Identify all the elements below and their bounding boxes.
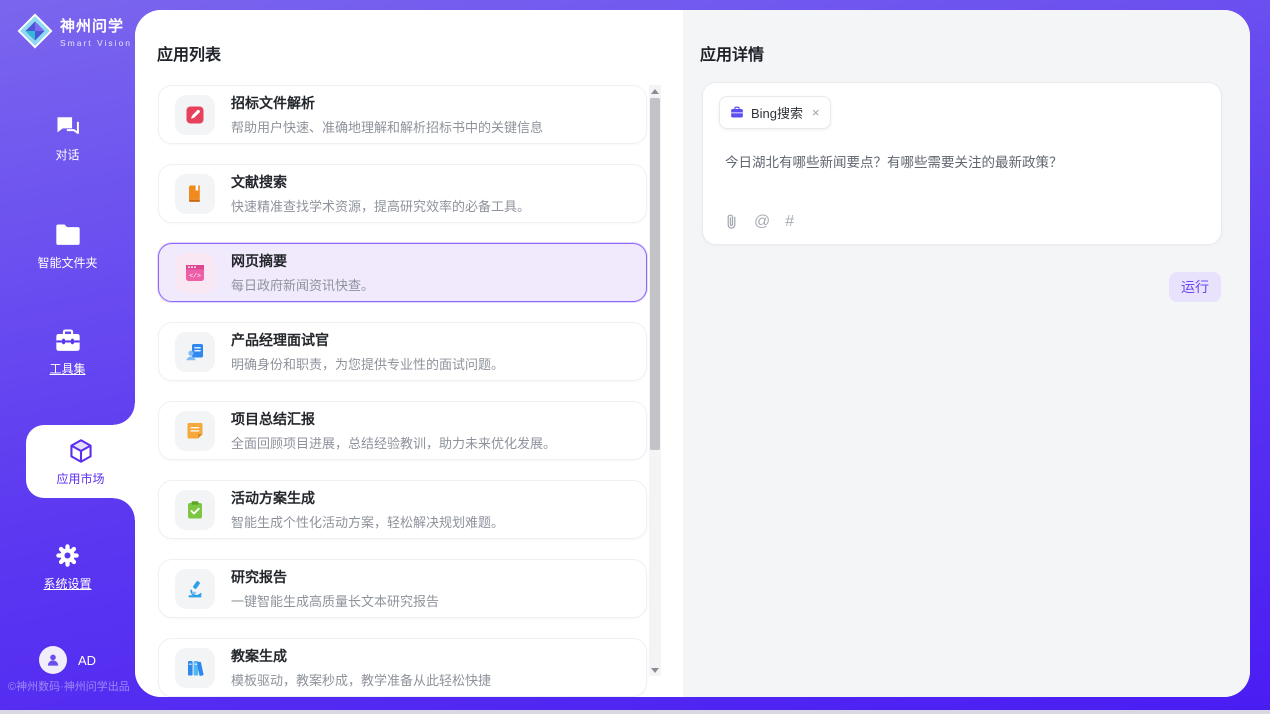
sidebar-item-label: 工具集 <box>49 360 85 377</box>
app-card-project-summary[interactable]: 项目总结汇报 全面回顾项目进展，总结经验教训，助力未来优化发展。 <box>158 401 647 460</box>
chat-icon <box>54 112 82 140</box>
paperclip-icon[interactable] <box>724 213 739 230</box>
app-detail-panel: 应用详情 Bing搜索 × 今日湖北有哪些新闻要点？有哪些需要关注的最新政策？ … <box>683 10 1250 697</box>
sidebar-item-label: 应用市场 <box>56 470 104 487</box>
app-card-name: 项目总结汇报 <box>231 409 556 429</box>
sidebar: 神州问学 Smart Vision 对话 智能文件夹 工具集 <box>0 0 135 710</box>
book-icon <box>175 174 215 214</box>
toolbox-icon <box>54 328 82 354</box>
run-button[interactable]: 运行 <box>1169 272 1221 302</box>
app-card-desc: 快速精准查找学术资源，提高研究效率的必备工具。 <box>231 196 530 215</box>
interviewer-icon <box>175 332 215 372</box>
sticky-note-icon <box>175 411 215 451</box>
briefcase-icon <box>730 106 744 119</box>
brand-name: 神州问学 <box>60 15 132 36</box>
user-name: AD <box>78 653 96 668</box>
scrollbar-thumb[interactable] <box>650 98 660 450</box>
brand-logo: 神州问学 Smart Vision <box>16 12 132 50</box>
app-card-name: 活动方案生成 <box>231 488 504 508</box>
cube-icon <box>67 437 95 465</box>
app-card-name: 教案生成 <box>231 646 491 666</box>
app-card-desc: 明确身份和职责，为您提供专业性的面试问题。 <box>231 354 504 373</box>
app-list: 招标文件解析 帮助用户快速、准确地理解和解析招标书中的关键信息 文献搜索 快速精… <box>158 85 647 697</box>
mention-icon[interactable]: @ <box>754 214 770 230</box>
sidebar-item-app-market[interactable]: 应用市场 <box>26 425 135 498</box>
app-card-desc: 帮助用户快速、准确地理解和解析招标书中的关键信息 <box>231 117 543 136</box>
tool-chip-label: Bing搜索 <box>751 103 803 122</box>
person-icon <box>45 652 61 668</box>
user-profile[interactable]: AD <box>39 646 96 674</box>
pen-document-icon <box>175 95 215 135</box>
sidebar-item-smart-folder[interactable]: 智能文件夹 <box>0 222 135 271</box>
chip-close-icon[interactable]: × <box>812 105 820 120</box>
prompt-card: Bing搜索 × 今日湖北有哪些新闻要点？有哪些需要关注的最新政策？ @ # <box>702 82 1222 245</box>
scroll-down-icon[interactable] <box>649 664 661 676</box>
app-card-name: 网页摘要 <box>231 251 374 271</box>
svg-text:</>: </> <box>189 272 201 279</box>
app-card-name: 研究报告 <box>231 567 439 587</box>
app-list-panel: 应用列表 招标文件解析 帮助用户快速、准确地理解和解析招标书中的关键信息 <box>135 10 683 697</box>
app-card-desc: 每日政府新闻资讯快查。 <box>231 275 374 294</box>
app-card-pm-interviewer[interactable]: 产品经理面试官 明确身份和职责，为您提供专业性的面试问题。 <box>158 322 647 381</box>
sidebar-item-label: 系统设置 <box>43 575 91 592</box>
books-icon <box>175 648 215 688</box>
scroll-up-icon[interactable] <box>649 85 661 97</box>
app-card-bid-parse[interactable]: 招标文件解析 帮助用户快速、准确地理解和解析招标书中的关键信息 <box>158 85 647 144</box>
app-list-title: 应用列表 <box>157 41 221 65</box>
sidebar-item-label: 对话 <box>55 146 79 163</box>
clipboard-check-icon <box>175 490 215 530</box>
gear-icon <box>54 542 81 569</box>
app-card-desc: 智能生成个性化活动方案，轻松解决规划难题。 <box>231 512 504 531</box>
sidebar-item-toolset[interactable]: 工具集 <box>0 328 135 377</box>
hash-icon[interactable]: # <box>785 214 794 230</box>
app-card-name: 文献搜索 <box>231 172 530 192</box>
app-card-research-report[interactable]: 研究报告 一键智能生成高质量长文本研究报告 <box>158 559 647 618</box>
prompt-input[interactable]: 今日湖北有哪些新闻要点？有哪些需要关注的最新政策？ <box>725 151 1199 171</box>
app-card-name: 产品经理面试官 <box>231 330 504 350</box>
diamond-logo-icon <box>16 12 54 50</box>
app-card-lesson-plan[interactable]: 教案生成 模板驱动，教案秒成，教学准备从此轻松快捷 <box>158 638 647 697</box>
tool-chip-bing-search[interactable]: Bing搜索 × <box>719 96 831 129</box>
avatar <box>39 646 67 674</box>
sidebar-item-label: 智能文件夹 <box>37 254 97 271</box>
app-card-desc: 一键智能生成高质量长文本研究报告 <box>231 591 439 610</box>
app-card-name: 招标文件解析 <box>231 93 543 113</box>
sidebar-item-settings[interactable]: 系统设置 <box>0 542 135 592</box>
prompt-toolbar: @ # <box>724 213 794 230</box>
app-card-literature-search[interactable]: 文献搜索 快速精准查找学术资源，提高研究效率的必备工具。 <box>158 164 647 223</box>
sidebar-item-chat[interactable]: 对话 <box>0 112 135 163</box>
browser-code-icon: </> <box>175 253 215 293</box>
main-window: 应用列表 招标文件解析 帮助用户快速、准确地理解和解析招标书中的关键信息 <box>135 10 1250 697</box>
brand-subtitle: Smart Vision <box>60 38 132 48</box>
app-card-desc: 模板驱动，教案秒成，教学准备从此轻松快捷 <box>231 670 491 689</box>
app-list-scrollbar[interactable] <box>649 85 661 676</box>
app-card-web-summary[interactable]: </> 网页摘要 每日政府新闻资讯快查。 <box>158 243 647 302</box>
copyright-footer: ©神州数码·神州问学出品 <box>8 678 130 694</box>
app-detail-title: 应用详情 <box>700 41 764 65</box>
app-card-desc: 全面回顾项目进展，总结经验教训，助力未来优化发展。 <box>231 433 556 452</box>
app-card-event-plan[interactable]: 活动方案生成 智能生成个性化活动方案，轻松解决规划难题。 <box>158 480 647 539</box>
microscope-icon <box>175 569 215 609</box>
folder-icon <box>54 222 82 248</box>
